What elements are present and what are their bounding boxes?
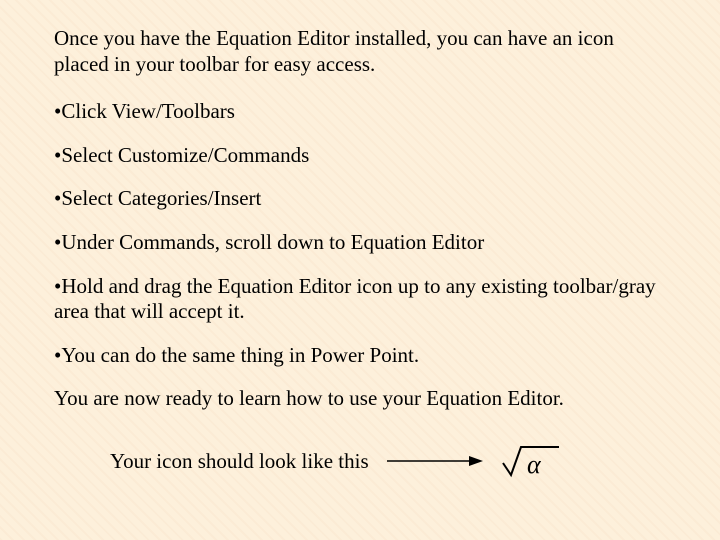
icon-example-line: Your icon should look like this α (110, 441, 666, 481)
step-text: You can do the same thing in Power Point… (61, 343, 419, 367)
step-item: •Under Commands, scroll down to Equation… (54, 230, 666, 256)
step-item: •You can do the same thing in Power Poin… (54, 343, 666, 369)
arrow-icon (387, 453, 483, 469)
equation-editor-icon: α (501, 441, 561, 481)
step-text: Select Customize/Commands (61, 143, 309, 167)
step-item: •Select Customize/Commands (54, 143, 666, 169)
icon-example-text: Your icon should look like this (110, 449, 369, 474)
steps-list: •Click View/Toolbars •Select Customize/C… (54, 99, 666, 368)
step-item: •Select Categories/Insert (54, 186, 666, 212)
alpha-glyph: α (527, 450, 542, 479)
step-item: •Hold and drag the Equation Editor icon … (54, 274, 666, 325)
step-text: Hold and drag the Equation Editor icon u… (54, 274, 656, 324)
step-text: Select Categories/Insert (61, 186, 261, 210)
step-item: •Click View/Toolbars (54, 99, 666, 125)
step-text: Under Commands, scroll down to Equation … (61, 230, 484, 254)
closing-text: You are now ready to learn how to use yo… (54, 386, 666, 411)
intro-text: Once you have the Equation Editor instal… (54, 26, 666, 77)
step-text: Click View/Toolbars (61, 99, 235, 123)
slide: Once you have the Equation Editor instal… (0, 0, 720, 540)
